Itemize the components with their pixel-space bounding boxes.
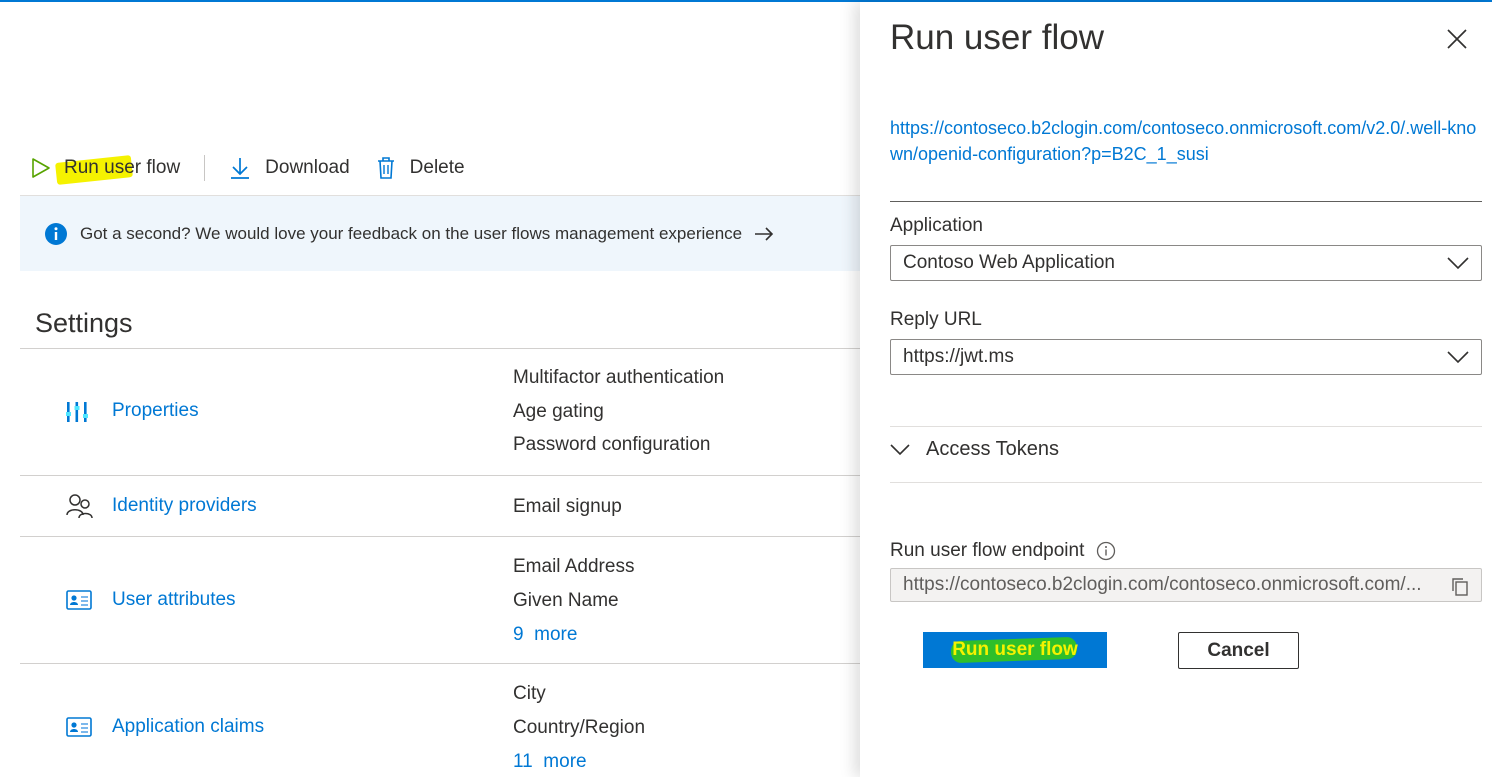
settings-row-application-claims: Application claims City Country/Region 1…: [20, 664, 860, 777]
cancel-button[interactable]: Cancel: [1178, 632, 1299, 669]
settings-row-identity-providers: Identity providers Email signup: [20, 476, 860, 536]
access-tokens-toggle[interactable]: Access Tokens: [890, 438, 1059, 461]
info-icon: [45, 222, 67, 245]
chevron-down-icon: [1447, 257, 1469, 270]
copy-icon[interactable]: [1451, 577, 1469, 597]
endpoint-value: https://contoseco.b2clogin.com/contoseco…: [903, 574, 1422, 595]
application-claims-value: Country/Region: [513, 717, 646, 738]
settings-row-user-attributes: User attributes Email Address Given Name…: [20, 537, 860, 664]
download-label: Download: [265, 157, 350, 178]
delete-command[interactable]: Delete: [376, 156, 465, 180]
download-icon: [231, 158, 250, 179]
run-user-flow-command[interactable]: Run user flow: [30, 155, 181, 185]
arrow-right-icon: [755, 226, 774, 241]
properties-value: Multifactor authentication: [513, 367, 725, 388]
application-selected-value: Contoso Web Application: [903, 252, 1115, 273]
more-label: more: [543, 751, 587, 772]
panel-divider: [890, 201, 1482, 202]
user-attributes-more-link[interactable]: 9 more: [513, 624, 577, 646]
section-divider: [890, 426, 1482, 427]
access-tokens-label: Access Tokens: [926, 438, 1060, 460]
toolbar-separator: [204, 155, 206, 181]
more-count: 9: [513, 624, 524, 645]
feedback-banner[interactable]: Got a second? We would love your feedbac…: [20, 196, 860, 271]
feedback-text: Got a second? We would love your feedbac…: [80, 223, 743, 243]
delete-label: Delete: [409, 157, 465, 178]
people-icon: [66, 494, 93, 519]
application-label: Application: [890, 215, 983, 236]
panel-title: Run user flow: [890, 18, 1104, 57]
trash-icon: [377, 157, 394, 179]
reply-url-selected-value: https://jwt.ms: [903, 346, 1014, 367]
application-claims-link[interactable]: Application claims: [112, 716, 264, 738]
user-attributes-value: Email Address: [513, 556, 635, 577]
close-icon[interactable]: [1446, 28, 1468, 50]
run-user-flow-panel: Run user flow https://contoseco.b2clogin…: [860, 2, 1492, 777]
reply-url-label: Reply URL: [890, 309, 982, 330]
endpoint-label-group: Run user flow endpoint: [890, 540, 1116, 562]
application-claims-more-link[interactable]: 11 more: [513, 751, 587, 773]
play-icon: [32, 158, 50, 178]
endpoint-label: Run user flow endpoint: [890, 540, 1085, 561]
more-label: more: [534, 624, 578, 645]
application-claims-value: City: [513, 683, 546, 704]
settings-heading: Settings: [35, 308, 133, 338]
section-divider: [890, 482, 1482, 483]
endpoint-field[interactable]: https://contoseco.b2clogin.com/contoseco…: [890, 568, 1482, 602]
more-count: 11: [513, 751, 533, 772]
settings-row-properties: Properties Multifactor authentication Ag…: [20, 348, 860, 475]
user-attributes-link[interactable]: User attributes: [112, 589, 236, 611]
properties-value: Password configuration: [513, 434, 711, 455]
reply-url-dropdown[interactable]: https://jwt.ms: [890, 339, 1482, 375]
metadata-url-link[interactable]: https://contoseco.b2clogin.com/contoseco…: [890, 115, 1482, 167]
run-user-flow-label: Run user flow: [64, 157, 181, 178]
identity-providers-value: Email signup: [513, 496, 622, 517]
user-attributes-value: Given Name: [513, 590, 619, 611]
properties-link[interactable]: Properties: [112, 400, 199, 422]
chevron-down-icon: [1447, 351, 1469, 364]
properties-icon: [66, 402, 88, 422]
run-user-flow-button-label: Run user flow: [952, 639, 1078, 660]
command-bar: Run user flow Download Delete: [30, 150, 465, 186]
identity-providers-link[interactable]: Identity providers: [112, 495, 257, 517]
claims-card-icon: [66, 717, 92, 737]
chevron-down-icon: [890, 443, 910, 455]
application-dropdown[interactable]: Contoso Web Application: [890, 245, 1482, 281]
download-command[interactable]: Download: [229, 156, 350, 180]
properties-value: Age gating: [513, 401, 604, 422]
info-outline-icon[interactable]: [1096, 541, 1116, 561]
user-card-icon: [66, 590, 92, 610]
run-user-flow-button[interactable]: Run user flow: [923, 632, 1107, 668]
